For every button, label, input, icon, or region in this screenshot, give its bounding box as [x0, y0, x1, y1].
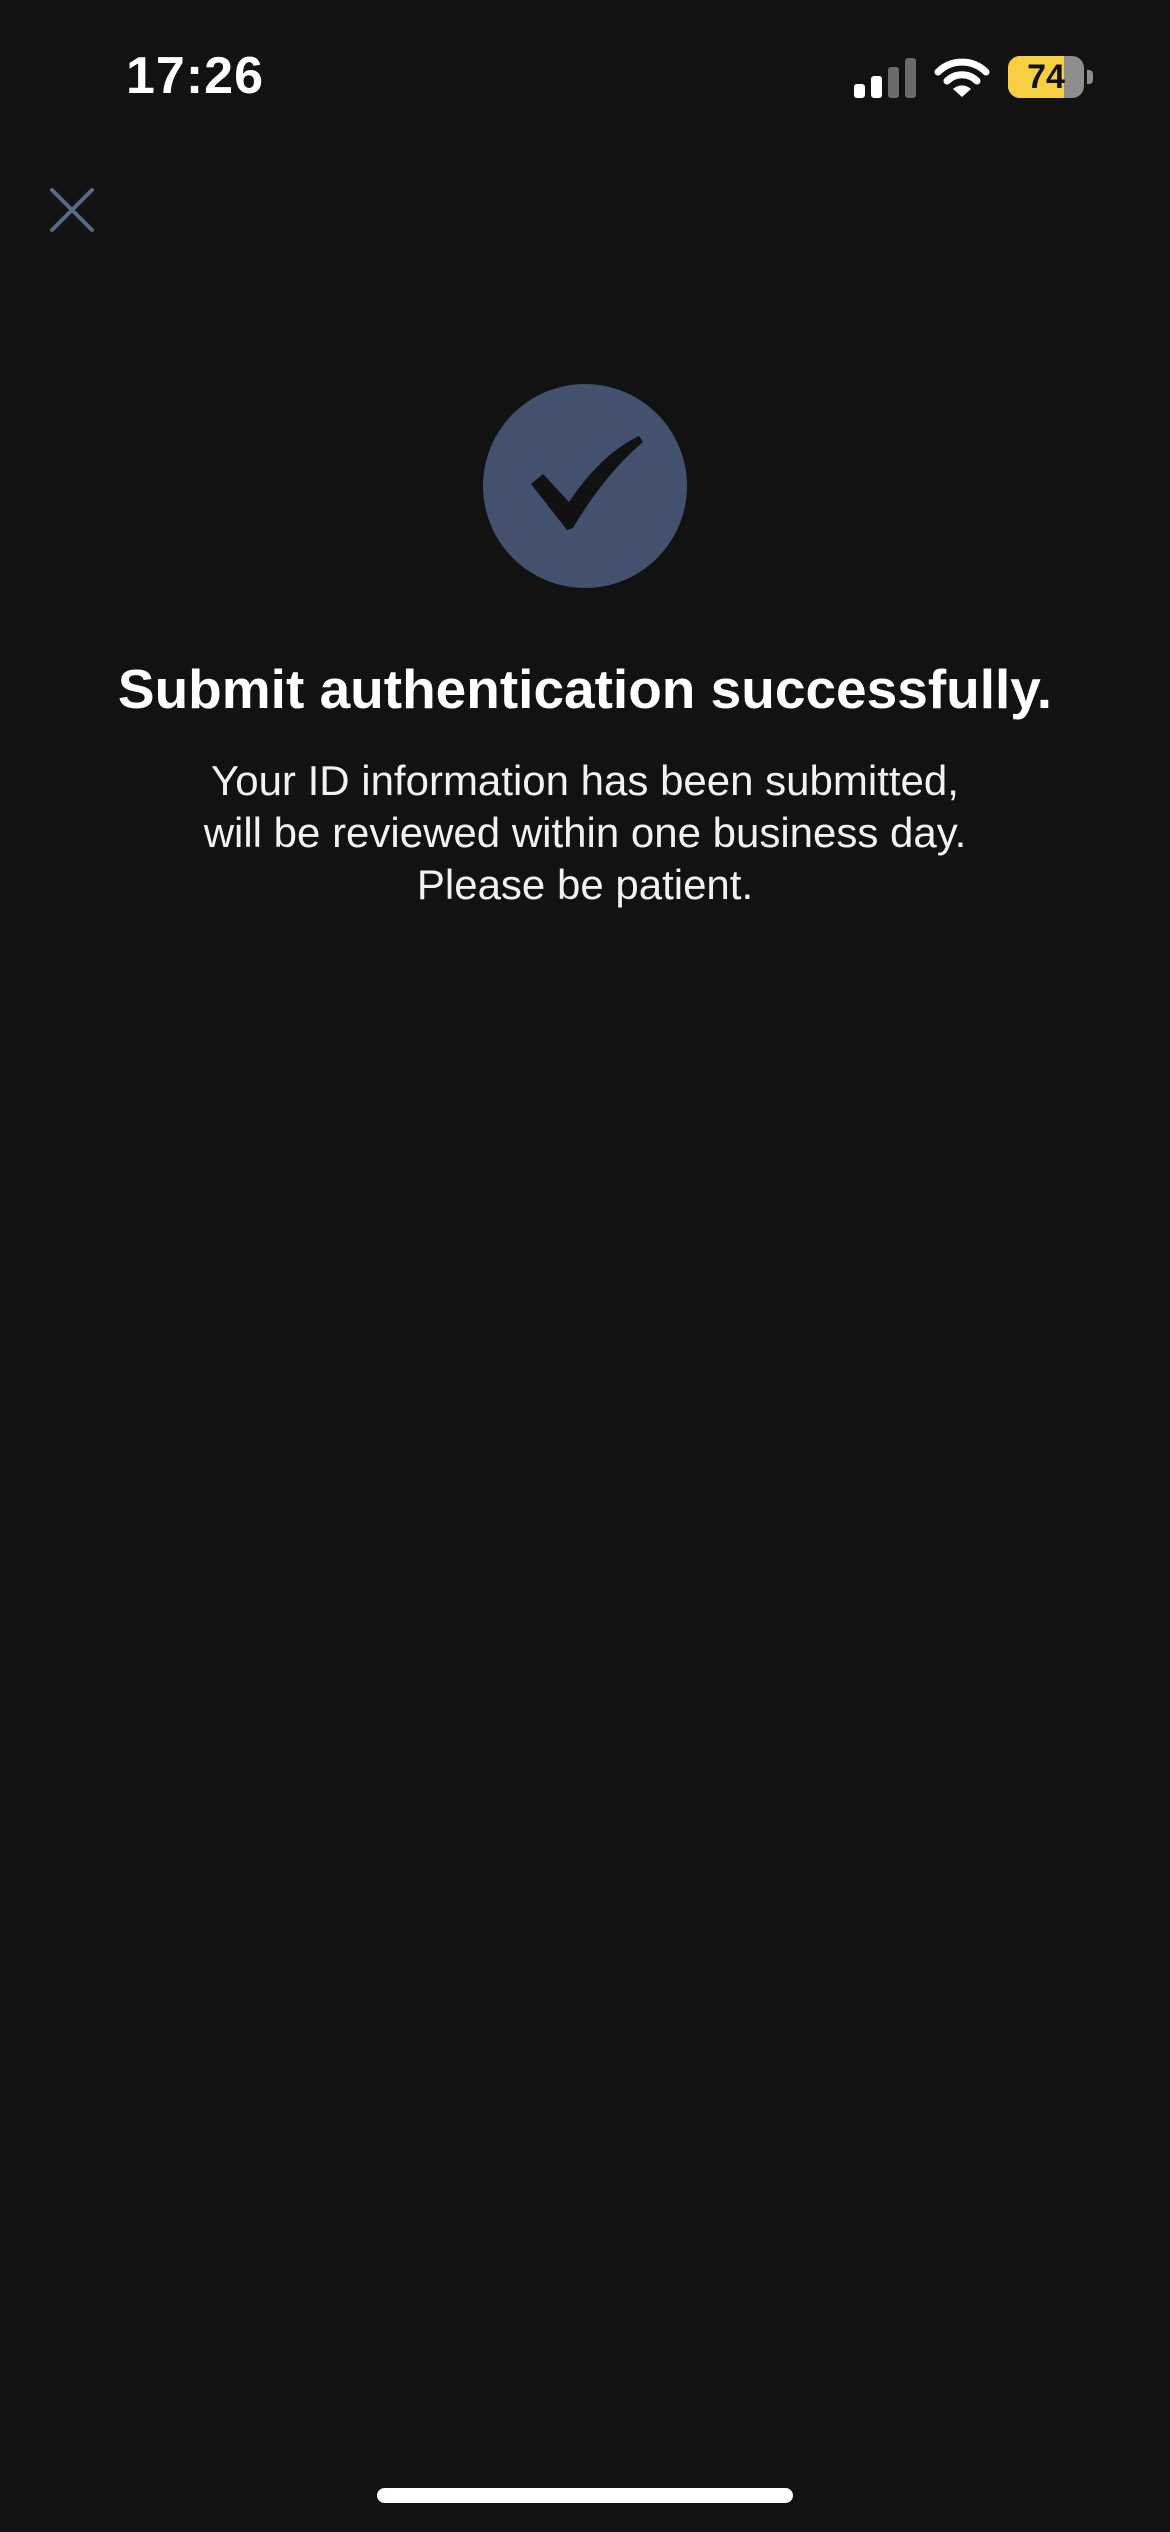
cellular-signal-icon [854, 58, 916, 98]
battery-level: 74 [1027, 58, 1065, 96]
close-button[interactable] [44, 182, 100, 238]
success-title: Submit authentication successfully. [117, 658, 1053, 720]
checkmark-icon [531, 436, 643, 530]
status-time: 17:26 [126, 47, 264, 105]
battery-icon: 74 [1008, 56, 1094, 100]
success-message-line: Your ID information has been submitted, [211, 757, 959, 804]
wifi-icon [934, 58, 990, 97]
success-message-line: will be reviewed within one business day… [203, 809, 967, 856]
success-message-line: Please be patient. [416, 861, 754, 908]
signal-bar [871, 76, 882, 98]
battery-body: 74 [1008, 56, 1084, 98]
close-icon[interactable] [44, 182, 100, 238]
battery-cap [1087, 70, 1093, 84]
success-badge [483, 384, 687, 588]
home-indicator[interactable] [377, 2488, 793, 2503]
signal-bar [854, 84, 865, 98]
signal-bar [905, 58, 916, 98]
signal-bar [888, 67, 899, 98]
success-message: Your ID information has been submitted, … [135, 755, 1035, 911]
status-bar: 17:26 74 [0, 0, 1170, 150]
